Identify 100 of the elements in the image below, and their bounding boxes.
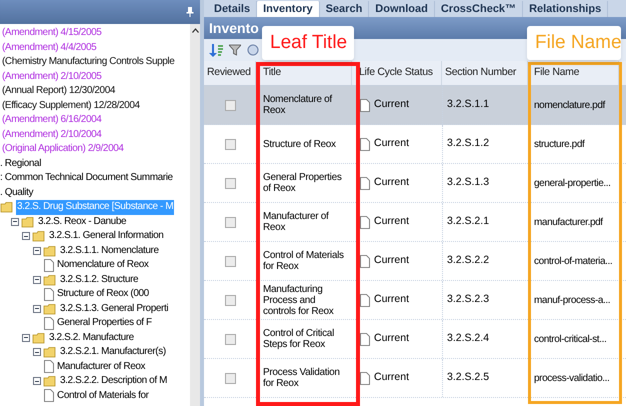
column-header[interactable]: Life Cycle Status (356, 61, 442, 85)
submission-item[interactable]: (Amendment) 2/10/2005 (0, 70, 102, 84)
document-icon (360, 254, 370, 268)
collapse-toggle[interactable] (22, 334, 30, 342)
submission-item[interactable]: (Amendment) 2/10/2004 (0, 128, 102, 142)
collapse-toggle[interactable] (33, 276, 41, 284)
table-cell-text: Current (374, 214, 410, 230)
table-cell-text: Current (374, 253, 410, 268)
table-cell-text: 3.2.S.1.1 (447, 97, 490, 112)
callout-label: Leaf Title (262, 26, 354, 60)
tree-item[interactable]: 3.2.S. Reox - Danube (37, 214, 128, 229)
table-row[interactable]: Nomenclature of Reox Current 3.2.S.1.1 nomenclature.pdf (204, 86, 626, 125)
collapse-toggle[interactable] (33, 377, 41, 386)
table-cell-text: Current (374, 97, 410, 112)
tree-item[interactable]: Nomenclature of Reox (56, 258, 150, 272)
table-row[interactable]: Manufacturer of Reox Current 3.2.S.2.1 manufacturer.pdf (204, 203, 626, 242)
section-item[interactable]: . Regional (0, 156, 42, 171)
folder-icon (32, 230, 46, 242)
tree-item[interactable]: 3.2.S.2.2. Description of M (59, 374, 168, 388)
table-cell-text: control-critical-st... (534, 332, 606, 346)
submission-item[interactable]: (Efficacy Supplement) 12/28/2004 (0, 98, 140, 113)
table-row[interactable]: Process Validation for Reox Current 3.2.S.2.5 process-validatio... (204, 359, 626, 398)
collapse-toggle[interactable] (22, 232, 30, 240)
tree-item[interactable]: 3.2.S.1.1. Nomenclature (59, 244, 160, 258)
tree-item[interactable]: 3.2.S.1. General Information (48, 229, 164, 244)
table-cell-text: Current (374, 136, 410, 152)
table-row[interactable]: Control of Materials for Reox Current 3.2.S.2.2 control-of-materia... (204, 242, 626, 281)
table-row[interactable]: Manufacturing Process and controls for Reox Current 3.2.S.2.3 manuf-process-a... (204, 281, 626, 320)
reviewed-checkbox[interactable] (224, 334, 236, 344)
table-cell-text: nomenclature.pdf (534, 98, 605, 112)
reviewed-checkbox[interactable] (224, 294, 236, 306)
tree-item[interactable]: 3.2.S.1.2. Structure (59, 272, 140, 287)
tree-item[interactable]: 3.2.S.2.1. Manufacturer(s) (59, 345, 167, 360)
document-icon (44, 316, 54, 330)
tree-item[interactable]: Structure of Reox (000 (56, 287, 150, 302)
submission-item[interactable]: (Annual Report) 12/30/2004 (0, 84, 116, 98)
table-cell-text: 3.2.S.2.1 (447, 214, 490, 230)
reviewed-checkbox[interactable] (224, 256, 236, 266)
collapse-toggle[interactable] (33, 304, 41, 313)
reviewed-checkbox[interactable] (224, 372, 236, 384)
submission-item[interactable]: (Original Application) 2/9/2004 (0, 142, 124, 156)
collapse-toggle[interactable] (11, 218, 19, 226)
section-item[interactable]: . Quality (0, 186, 34, 200)
pin-icon[interactable] (186, 6, 194, 18)
submission-item[interactable]: (Amendment) 4/4/2005 (0, 40, 96, 55)
scroll-up-icon[interactable] (192, 28, 198, 33)
table-cell-text: 3.2.S.1.2 (447, 136, 490, 152)
document-icon (360, 216, 370, 228)
document-icon (360, 176, 370, 190)
tab[interactable]: Inventory (257, 1, 320, 17)
table-cell-text: Current (374, 175, 410, 190)
reviewed-checkbox[interactable] (224, 216, 236, 228)
column-header[interactable]: Title (260, 61, 352, 85)
folder-icon (43, 274, 57, 286)
table-cell-text: 3.2.S.2.5 (447, 370, 490, 386)
document-icon (360, 294, 370, 306)
column-header[interactable]: File Name (531, 61, 619, 85)
document-icon (360, 332, 370, 346)
table-row[interactable]: Control of Critical Steps for Reox Current 3.2.S.2.4 control-critical-st... (204, 320, 626, 359)
reviewed-checkbox[interactable] (224, 138, 236, 150)
table-cell-text: General Properties of Reox (263, 172, 343, 194)
document-icon (360, 138, 370, 150)
sort-icon[interactable] (209, 44, 223, 56)
document-icon (360, 372, 370, 384)
folder-icon (43, 375, 57, 388)
table-cell-text: 3.2.S.2.3 (447, 292, 490, 308)
table-cell-text: Control of Critical Steps for Reox (263, 328, 335, 350)
table-cell-text: 3.2.S.2.2 (447, 253, 490, 268)
table-row[interactable]: Structure of Reox Current 3.2.S.1.2 structure.pdf (204, 125, 626, 164)
submission-item[interactable]: (Chemistry Manufacturing Controls Supple (0, 55, 174, 70)
column-header[interactable]: Section Number (442, 61, 528, 85)
reviewed-checkbox[interactable] (224, 100, 236, 110)
filter-icon[interactable] (229, 44, 241, 56)
tree-item[interactable]: Control of Materials for (56, 388, 150, 403)
folder-icon (32, 332, 46, 344)
table-cell-text: Current (374, 292, 410, 308)
folder-icon (43, 244, 57, 257)
section-item[interactable]: : Common Technical Document Summarie (0, 171, 173, 186)
tree-item[interactable]: 3.2.S.1.3. General Properti (59, 302, 170, 316)
folder-icon (0, 201, 14, 214)
tree-item[interactable]: Manufacturer of Reox (56, 360, 146, 374)
table-row[interactable]: General Properties of Reox Current 3.2.S.1.3 general-propertie... (204, 164, 626, 203)
callout-label: File Name (527, 26, 621, 60)
tree-item[interactable]: 3.2.S.2. Manufacture (48, 330, 135, 345)
column-header[interactable]: Reviewed (204, 61, 256, 85)
document-icon (44, 288, 54, 301)
folder-icon (43, 302, 57, 315)
table-cell: Structure of Reox (263, 138, 336, 150)
submission-item[interactable]: (Amendment) 4/15/2005 (0, 26, 102, 40)
scrollbar[interactable] (190, 24, 200, 406)
collapse-toggle[interactable] (33, 348, 41, 356)
collapse-toggle[interactable] (33, 246, 41, 255)
table-cell-text: Manufacturer of Reox (263, 211, 330, 233)
tree-item[interactable]: General Properties of F (56, 316, 153, 330)
reviewed-checkbox[interactable] (224, 178, 236, 188)
document-icon (44, 360, 54, 374)
table-cell-text: manufacturer.pdf (534, 216, 603, 230)
table-cell-text: 3.2.S.2.4 (447, 331, 490, 346)
submission-item[interactable]: (Amendment) 6/16/2004 (0, 113, 102, 128)
table-cell-text: Process Validation for Reox (263, 367, 341, 389)
